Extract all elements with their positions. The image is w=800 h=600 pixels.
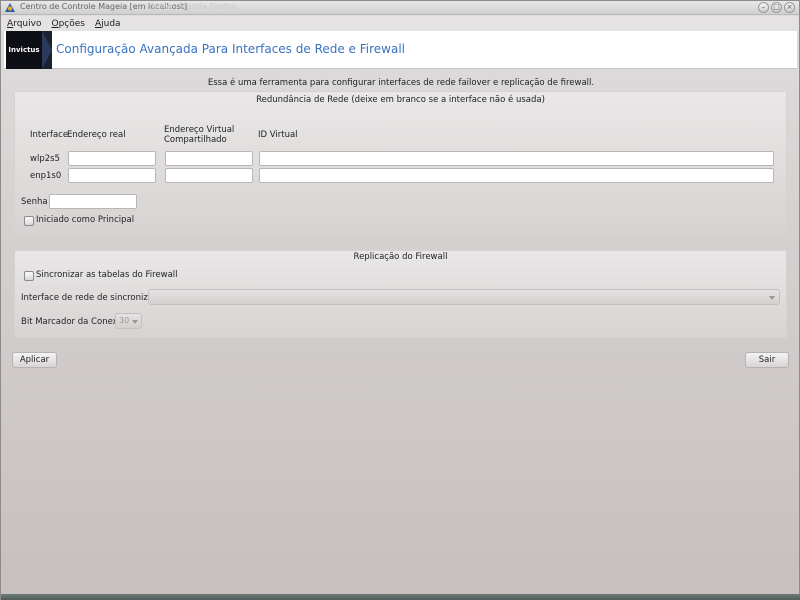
mark-bit-label: Bit Marcador da Conexão (21, 317, 129, 327)
redundancy-frame-title: Redundância de Rede (deixe em branco se … (256, 95, 545, 105)
principal-checkbox-label[interactable]: Iniciado como Principal (36, 215, 134, 225)
sync-interface-label: Interface de rede de sincronização (21, 293, 169, 303)
iface-label-wlp2s5: wlp2s5 (30, 154, 60, 164)
logo-text: Invictus (6, 31, 42, 69)
header-virtual-address: Endereço Virtual (164, 125, 235, 135)
sync-interface-dropdown[interactable] (148, 289, 780, 305)
desktop-bottom-strip (1, 594, 800, 600)
network-redundancy-frame: Redundância de Rede (deixe em branco se … (14, 91, 787, 234)
menu-bar: Arquivo Opções Ajuda (1, 16, 799, 31)
enp1s0-virtual-id-input[interactable] (259, 168, 774, 183)
wlp2s5-real-address-input[interactable] (68, 151, 156, 166)
header-banner: Invictus Configuração Avançada Para Inte… (4, 31, 797, 69)
header-interface: Interface (30, 130, 69, 140)
mageia-app-icon (5, 3, 15, 12)
menu-ajuda[interactable]: Ajuda (95, 19, 121, 29)
password-label: Senha (21, 197, 48, 207)
maximize-button[interactable]: □ (771, 2, 782, 13)
mark-bit-value: 30 (119, 316, 130, 325)
menu-arquivo[interactable]: Arquivo (7, 19, 41, 29)
mark-bit-dropdown[interactable]: 30 (115, 313, 142, 329)
chevron-down-icon (769, 296, 775, 300)
principal-checkbox[interactable] (24, 216, 34, 226)
enp1s0-virtual-address-input[interactable] (165, 168, 253, 183)
invictus-logo: Invictus (6, 31, 52, 69)
apply-button[interactable]: Aplicar (12, 352, 57, 368)
sync-firewall-label[interactable]: Sincronizar as tabelas do Firewall (36, 270, 178, 280)
header-virtual-id: ID Virtual (258, 130, 298, 140)
app-window: Centro de Controle Mageia [em localhost]… (0, 0, 800, 600)
wlp2s5-virtual-address-input[interactable] (165, 151, 253, 166)
logo-wedge (42, 31, 52, 69)
page-title: Configuração Avançada Para Interfaces de… (56, 42, 406, 56)
minimize-button[interactable]: – (758, 2, 769, 13)
enp1s0-real-address-input[interactable] (68, 168, 156, 183)
menu-opcoes[interactable]: Opções (51, 19, 85, 29)
tool-description: Essa é uma ferramenta para configurar in… (207, 78, 595, 88)
iface-label-enp1s0: enp1s0 (30, 171, 62, 181)
chevron-down-icon (132, 320, 138, 324)
password-input[interactable] (49, 194, 137, 209)
wlp2s5-virtual-id-input[interactable] (259, 151, 774, 166)
header-real-address: Endereço real (67, 130, 126, 140)
firewall-replication-frame: Replicação do Firewall Sincronizar as ta… (14, 250, 787, 338)
background-window-title: Novo - Mozilla Firefox (151, 2, 237, 11)
header-virtual-shared: Compartilhado (164, 135, 227, 145)
close-button[interactable]: × (784, 2, 795, 13)
quit-button[interactable]: Sair (745, 352, 789, 368)
sync-firewall-checkbox[interactable] (24, 271, 34, 281)
replication-frame-title: Replicação do Firewall (353, 252, 448, 262)
title-bar[interactable]: Centro de Controle Mageia [em localhost]… (1, 1, 799, 15)
